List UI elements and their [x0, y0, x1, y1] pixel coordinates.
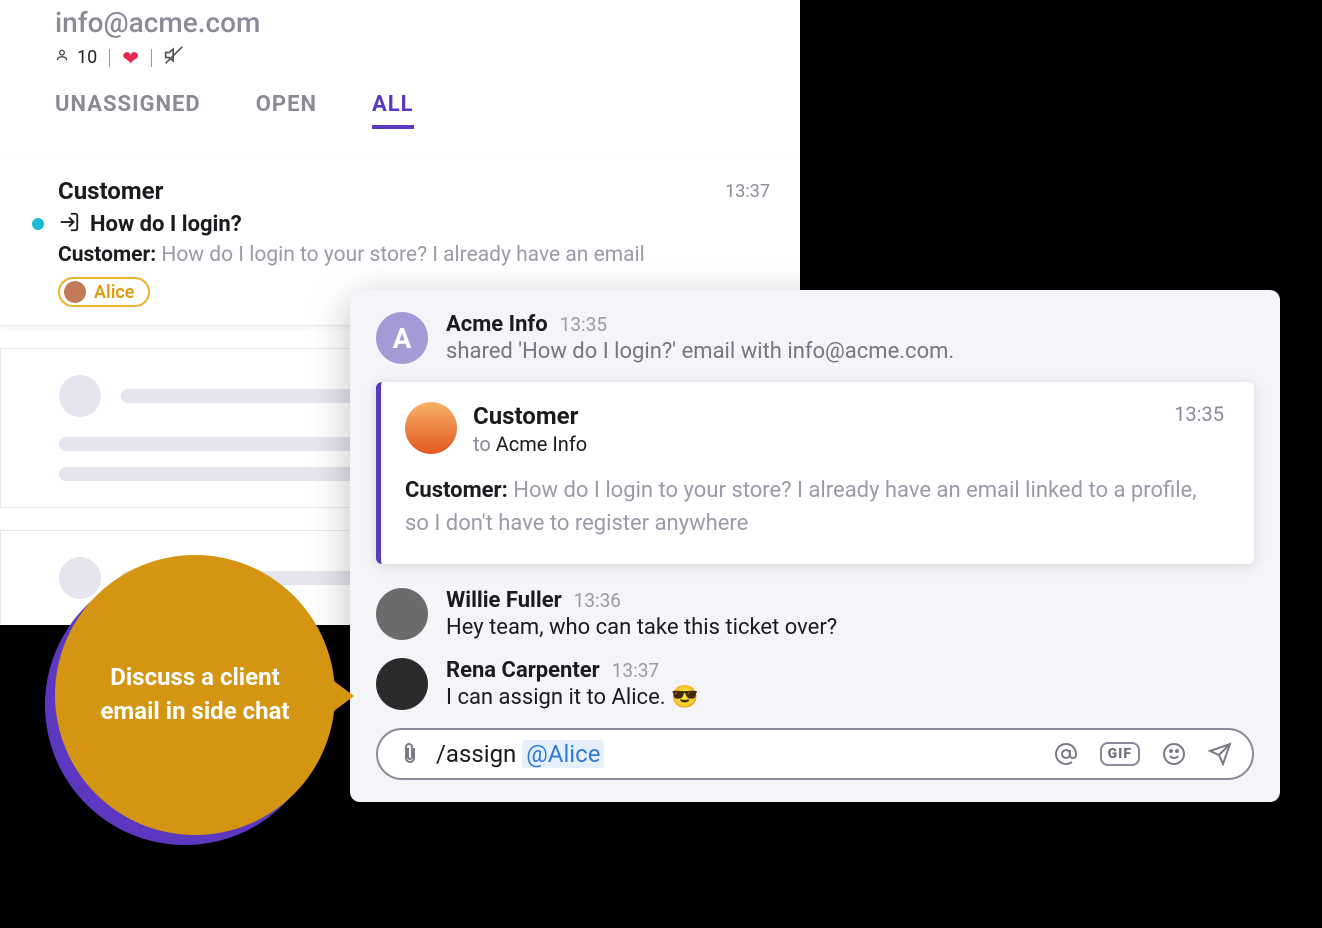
ticket-subject: How do I login?: [90, 212, 242, 237]
callout-text: Discuss a client email in side chat: [85, 661, 305, 728]
tab-all[interactable]: ALL: [372, 92, 414, 129]
avatar: A: [376, 312, 428, 364]
chat-message: Willie Fuller 13:36 Hey team, who can ta…: [376, 588, 1254, 640]
email-to: to Acme Info: [473, 432, 587, 456]
inbox-title: info@acme.com: [55, 6, 800, 39]
avatar: [376, 658, 428, 710]
inbox-header: info@acme.com 10 ❤: [0, 6, 800, 70]
callout-badge: Discuss a client email in side chat: [55, 555, 335, 835]
avatar: [64, 281, 86, 303]
inbox-tabs: UNASSIGNED OPEN ALL: [0, 70, 800, 129]
message-composer[interactable]: /assign @Alice GIF: [376, 728, 1254, 780]
skeleton-line: [59, 467, 399, 481]
shared-email-card[interactable]: Customer to Acme Info 13:35 Customer: Ho…: [376, 382, 1254, 564]
attach-icon[interactable]: [398, 742, 422, 766]
skeleton-avatar: [59, 375, 101, 417]
tab-open[interactable]: OPEN: [256, 92, 317, 129]
send-icon[interactable]: [1208, 742, 1232, 766]
message-author: Rena Carpenter: [446, 658, 600, 683]
gif-button[interactable]: GIF: [1100, 742, 1140, 766]
event-author: Acme Info: [446, 312, 548, 337]
people-count: 10: [77, 47, 97, 68]
email-time: 13:35: [1174, 402, 1224, 456]
avatar: [376, 588, 428, 640]
side-chat-panel: A Acme Info 13:35 shared 'How do I login…: [350, 290, 1280, 802]
tab-unassigned[interactable]: UNASSIGNED: [55, 92, 201, 129]
share-event: A Acme Info 13:35 shared 'How do I login…: [376, 312, 1254, 364]
composer-input[interactable]: /assign @Alice: [436, 740, 1040, 768]
email-body: Customer: How do I login to your store? …: [405, 474, 1224, 540]
assignee-chip[interactable]: Alice: [58, 277, 150, 307]
chat-message: Rena Carpenter 13:37 I can assign it to …: [376, 658, 1254, 710]
callout-pointer-icon: [330, 678, 354, 714]
mute-icon[interactable]: [164, 45, 184, 70]
ticket-customer: Customer: [58, 177, 163, 205]
inbox-subheader: 10 ❤: [55, 45, 800, 70]
unread-dot-icon: [32, 218, 44, 230]
message-author: Willie Fuller: [446, 588, 562, 613]
inbox-enter-icon: [58, 211, 80, 237]
divider: [109, 49, 110, 67]
heart-icon[interactable]: ❤: [122, 48, 139, 68]
event-time: 13:35: [560, 313, 607, 336]
assignee-name: Alice: [94, 282, 134, 303]
at-mention-icon[interactable]: [1054, 742, 1078, 766]
message-text: I can assign it to Alice. 😎: [446, 685, 1254, 710]
mention-chip[interactable]: @Alice: [522, 740, 604, 768]
ticket-preview: Customer: How do I login to your store? …: [58, 243, 770, 267]
message-time: 13:37: [612, 659, 659, 682]
skeleton-line: [121, 389, 381, 403]
emoji-icon[interactable]: [1162, 742, 1186, 766]
skeleton-avatar: [59, 557, 101, 599]
avatar: [405, 402, 457, 454]
message-text: Hey team, who can take this ticket over?: [446, 615, 1254, 640]
divider: [151, 49, 152, 67]
ticket-time: 13:37: [725, 181, 770, 202]
person-icon: [55, 47, 69, 68]
email-from: Customer: [473, 402, 587, 430]
event-text: shared 'How do I login?' email with info…: [446, 339, 1254, 364]
message-time: 13:36: [574, 589, 621, 612]
